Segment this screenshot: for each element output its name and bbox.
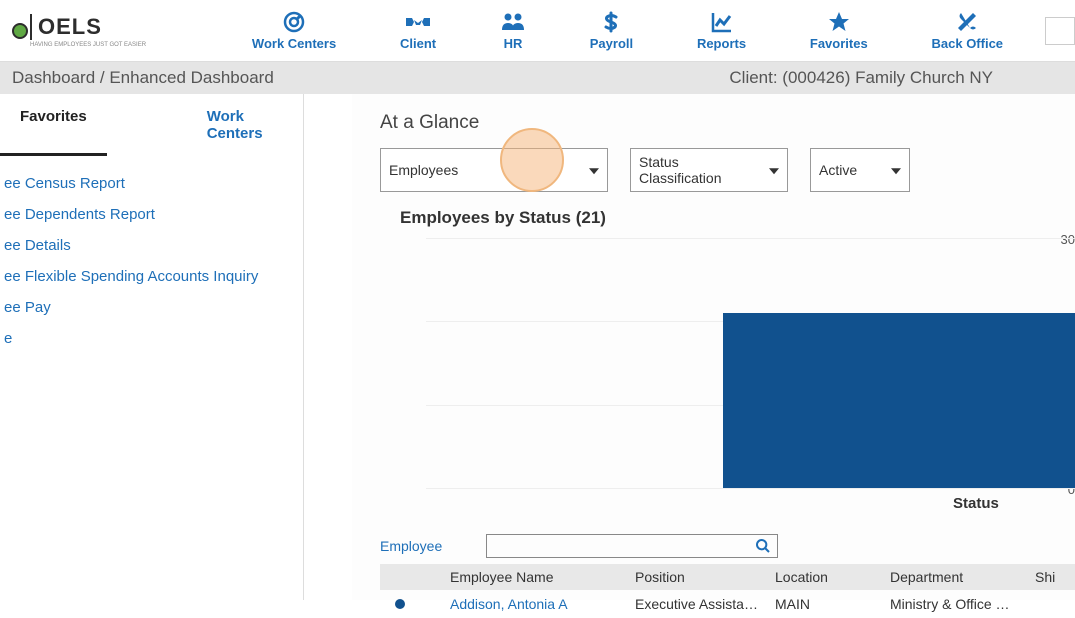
people-icon bbox=[500, 10, 526, 34]
col-header-location[interactable]: Location bbox=[775, 569, 890, 585]
sidebar: Favorites Work Centers ee Census Report … bbox=[0, 94, 304, 600]
col-header-position[interactable]: Position bbox=[635, 569, 775, 585]
nav-label: Reports bbox=[697, 36, 746, 51]
nav-reports[interactable]: Reports bbox=[697, 10, 746, 51]
logo-subtitle: HAVING EMPLOYEES JUST GOT EASIER bbox=[30, 42, 146, 48]
target-icon bbox=[282, 10, 306, 34]
handshake-icon bbox=[404, 10, 432, 34]
sidebar-link[interactable]: ee Flexible Spending Accounts Inquiry bbox=[0, 261, 303, 292]
nav-label: Back Office bbox=[932, 36, 1004, 51]
breadcrumb: Dashboard / Enhanced Dashboard bbox=[12, 68, 274, 88]
sidebar-link[interactable]: e bbox=[0, 323, 303, 354]
col-header-department[interactable]: Department bbox=[890, 569, 1035, 585]
nav-work-centers[interactable]: Work Centers bbox=[252, 10, 336, 51]
y-tick: 30 bbox=[1045, 232, 1075, 247]
nav-label: Work Centers bbox=[252, 36, 336, 51]
dollar-icon bbox=[599, 10, 623, 34]
filter-active-select[interactable]: Active bbox=[810, 148, 910, 192]
content-title: At a Glance bbox=[380, 112, 1075, 134]
nav-payroll[interactable]: Payroll bbox=[590, 10, 633, 51]
cell-name[interactable]: Addison, Antonia A bbox=[420, 596, 635, 612]
status-dot-icon bbox=[395, 599, 405, 609]
sidebar-link[interactable]: ee Pay bbox=[0, 292, 303, 323]
grid-line bbox=[426, 238, 1075, 239]
chart-title: Employees by Status (21) bbox=[400, 208, 1075, 228]
nav-label: Payroll bbox=[590, 36, 633, 51]
highlight-annotation-icon bbox=[500, 128, 564, 192]
chart-bar[interactable] bbox=[723, 313, 1075, 488]
table-row[interactable]: Addison, Antonia A Executive Assista… MA… bbox=[380, 590, 1075, 618]
global-search-input[interactable] bbox=[1045, 17, 1075, 45]
grid-line bbox=[426, 488, 1075, 489]
nav-label: Favorites bbox=[810, 36, 868, 51]
tab-work-centers[interactable]: Work Centers bbox=[187, 94, 303, 156]
logo-text: OELS bbox=[30, 14, 146, 40]
filter-status-class-select[interactable]: Status Classification bbox=[630, 148, 788, 192]
sidebar-link[interactable]: ee Details bbox=[0, 230, 303, 261]
cell-department: Ministry & Office … bbox=[890, 596, 1035, 612]
chart-area: 30 20 10 0 Status bbox=[388, 238, 1075, 528]
sidebar-link[interactable]: ee Dependents Report bbox=[0, 199, 303, 230]
search-icon bbox=[755, 538, 771, 554]
nav-label: Client bbox=[400, 36, 436, 51]
employee-filter-label[interactable]: Employee bbox=[380, 538, 442, 554]
employee-search-input[interactable] bbox=[486, 534, 778, 558]
nav-favorites[interactable]: Favorites bbox=[810, 10, 868, 51]
filter-employees-select[interactable]: Employees bbox=[380, 148, 608, 192]
nav-back-office[interactable]: Back Office bbox=[932, 10, 1004, 51]
x-axis-label: Status bbox=[953, 495, 999, 512]
col-header-name[interactable]: Employee Name bbox=[420, 569, 635, 585]
table-header: Employee Name Position Location Departme… bbox=[380, 564, 1075, 590]
filter-row: Employees Status Classification Active bbox=[380, 148, 1075, 192]
sidebar-link[interactable]: ee Census Report bbox=[0, 168, 303, 199]
logo: OELS HAVING EMPLOYEES JUST GOT EASIER bbox=[0, 14, 210, 48]
star-icon bbox=[827, 10, 851, 34]
nav-label: HR bbox=[504, 36, 523, 51]
logo-circle-icon bbox=[12, 23, 28, 39]
sidebar-tabs: Favorites Work Centers bbox=[0, 94, 303, 156]
sidebar-links: ee Census Report ee Dependents Report ee… bbox=[0, 156, 303, 354]
cell-location: MAIN bbox=[775, 596, 890, 612]
nav-items: Work Centers Client HR Payroll Reports F… bbox=[210, 10, 1045, 51]
employee-filter-row: Employee bbox=[380, 534, 1075, 558]
client-label: Client: (000426) Family Church NY bbox=[729, 68, 993, 88]
tools-icon bbox=[955, 10, 979, 34]
nav-client[interactable]: Client bbox=[400, 10, 436, 51]
top-nav: OELS HAVING EMPLOYEES JUST GOT EASIER Wo… bbox=[0, 0, 1075, 62]
cell-position: Executive Assista… bbox=[635, 596, 775, 612]
col-header-shi[interactable]: Shi bbox=[1035, 569, 1075, 585]
breadcrumb-bar: Dashboard / Enhanced Dashboard Client: (… bbox=[0, 62, 1075, 94]
tab-favorites[interactable]: Favorites bbox=[0, 94, 107, 156]
chart-icon bbox=[710, 10, 734, 34]
content-panel: At a Glance Employees Status Classificat… bbox=[352, 94, 1075, 600]
status-dot-cell bbox=[380, 596, 420, 612]
nav-hr[interactable]: HR bbox=[500, 10, 526, 51]
